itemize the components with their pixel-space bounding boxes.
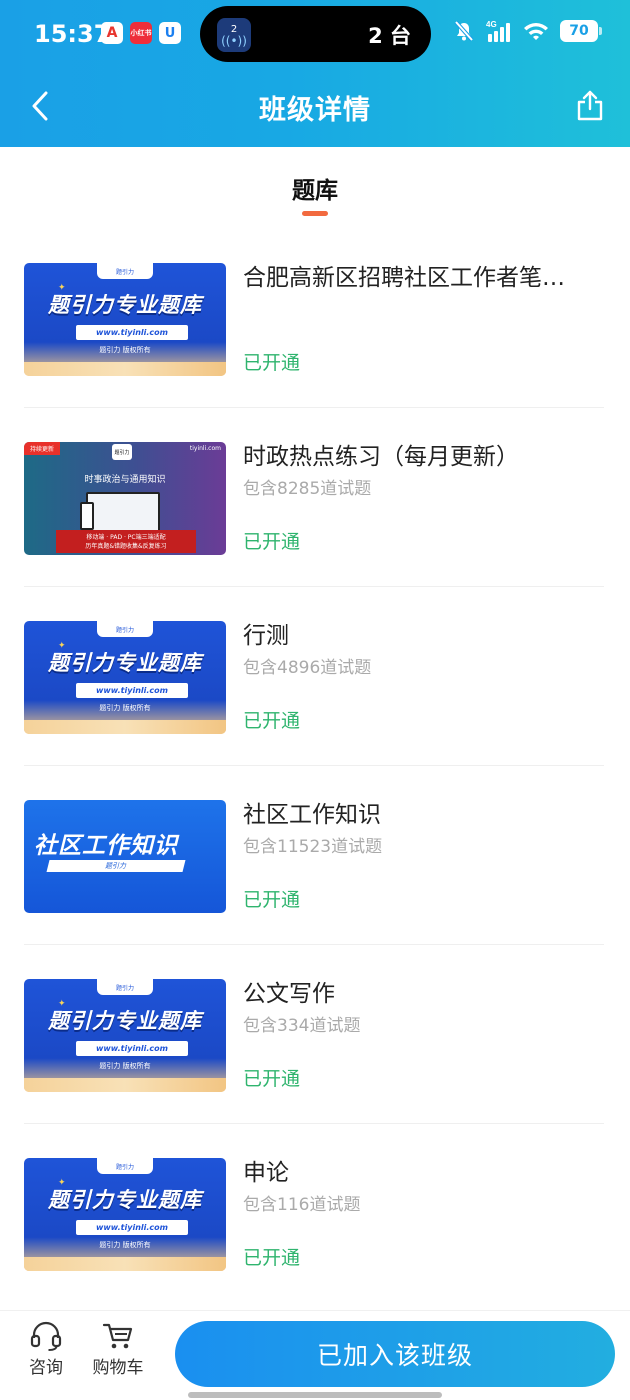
item-info: 社区工作知识 包含11523道试题 已开通 xyxy=(243,800,604,913)
list-item[interactable]: 持续更新 题引力 tiyinli.com 时事政治与通用知识 移动端 · PAD… xyxy=(24,408,604,587)
cover-title: 题引力专业题库 xyxy=(48,293,202,317)
item-title: 申论 xyxy=(243,1160,289,1186)
item-count: 包含4896道试题 xyxy=(243,658,372,678)
cover-url: www.tiyinli.com xyxy=(76,325,188,340)
item-count: 包含334道试题 xyxy=(243,1016,361,1036)
monitor-illustration xyxy=(86,492,160,532)
dynamic-island[interactable]: 2 ((•)) 2 台 xyxy=(200,6,431,62)
cover-image: 社区工作知识 题引力 xyxy=(24,800,226,913)
app-u-icon: U xyxy=(159,22,181,44)
cart-label: 购物车 xyxy=(92,1358,144,1378)
cart-button[interactable]: 购物车 xyxy=(88,1321,148,1387)
list-item[interactable]: 题引力 ✦ 题引力专业题库 www.tiyinli.com 题引力 版权所有 行… xyxy=(24,587,604,766)
cover-logo: 题引力 xyxy=(97,263,153,279)
home-indicator[interactable] xyxy=(188,1392,442,1398)
page-title: 班级详情 xyxy=(259,95,371,126)
cover-site: tiyinli.com xyxy=(189,445,221,452)
item-info: 行测 包含4896道试题 已开通 xyxy=(243,621,604,734)
header: 15:37 A 小红书 U 2 ((•)) 2 台 4G 70 班级详情 xyxy=(0,0,630,147)
list-item[interactable]: 题引力 ✦ 题引力专业题库 www.tiyinli.com 题引力 版权所有 合… xyxy=(24,229,604,408)
phone-illustration xyxy=(80,502,94,530)
item-count: 包含116道试题 xyxy=(243,1195,361,1215)
wifi-icon xyxy=(524,23,548,40)
cover-title: 题引力专业题库 xyxy=(48,1188,202,1212)
status-indicators: 4G 70 xyxy=(453,20,602,42)
cover-banner-line-2: 历年真题&错题收集&反复练习 xyxy=(85,542,167,550)
shopping-cart-icon xyxy=(102,1323,133,1349)
item-count: 包含11523道试题 xyxy=(243,837,383,857)
battery-indicator: 70 xyxy=(560,20,602,42)
list-item[interactable]: 社区工作知识 题引力 社区工作知识 包含11523道试题 已开通 xyxy=(24,766,604,945)
list-item[interactable]: 题引力 ✦ 题引力专业题库 www.tiyinli.com 题引力 版权所有 公… xyxy=(24,945,604,1124)
item-status: 已开通 xyxy=(243,710,301,732)
share-button[interactable] xyxy=(572,86,608,124)
cover-subtitle: 题引力 xyxy=(46,860,186,872)
question-bank-list: 题引力 ✦ 题引力专业题库 www.tiyinli.com 题引力 版权所有 合… xyxy=(0,229,630,1303)
island-text: 2 台 xyxy=(368,24,411,48)
item-count: 包含8285道试题 xyxy=(243,479,372,499)
list-item[interactable]: 题引力 ✦ 题引力专业题库 www.tiyinli.com 题引力 版权所有 申… xyxy=(24,1124,604,1303)
cellular-signal-icon: 4G xyxy=(486,20,510,42)
headset-icon xyxy=(30,1321,62,1351)
cover-image: 题引力 ✦ 题引力专业题库 www.tiyinli.com 题引力 版权所有 xyxy=(24,621,226,734)
cover-tag: 持续更新 xyxy=(24,442,61,455)
cover-logo: 题引力 xyxy=(112,444,132,460)
network-type: 4G xyxy=(486,20,497,29)
cover-rights: 题引力 版权所有 xyxy=(99,346,151,354)
cover-rights: 题引力 版权所有 xyxy=(99,704,151,712)
item-info: 公文写作 包含334道试题 已开通 xyxy=(243,979,604,1092)
item-title: 公文写作 xyxy=(243,981,335,1007)
item-info: 时政热点练习（每月更新） 包含8285道试题 已开通 xyxy=(243,442,604,555)
joined-class-button[interactable]: 已加入该班级 xyxy=(175,1321,615,1387)
bottom-action-bar: 咨询 购物车 已加入该班级 xyxy=(0,1310,630,1400)
cast-icon: 2 ((•)) xyxy=(217,18,251,52)
item-info: 申论 包含116道试题 已开通 xyxy=(243,1158,604,1271)
notification-app-icons: A 小红书 U xyxy=(101,22,181,44)
cover-heading: 时事政治与通用知识 xyxy=(84,475,166,485)
tab-question-bank[interactable]: 题库 xyxy=(0,171,630,205)
cover-logo: 题引力 xyxy=(97,979,153,995)
consult-label: 咨询 xyxy=(29,1358,63,1378)
cover-rights: 题引力 版权所有 xyxy=(99,1241,151,1249)
item-status: 已开通 xyxy=(243,1247,301,1269)
item-info: 合肥高新区招聘社区工作者笔… 已开通 xyxy=(243,263,604,376)
app-a-icon: A xyxy=(101,22,123,44)
item-status: 已开通 xyxy=(243,889,301,911)
item-title: 合肥高新区招聘社区工作者笔… xyxy=(243,265,565,291)
cover-url: www.tiyinli.com xyxy=(76,1220,188,1235)
consult-button[interactable]: 咨询 xyxy=(16,1321,76,1387)
cover-image: 持续更新 题引力 tiyinli.com 时事政治与通用知识 移动端 · PAD… xyxy=(24,442,226,555)
item-status: 已开通 xyxy=(243,531,301,553)
cover-title: 题引力专业题库 xyxy=(48,651,202,675)
item-title: 时政热点练习（每月更新） xyxy=(243,444,519,470)
cover-image: 题引力 ✦ 题引力专业题库 www.tiyinli.com 题引力 版权所有 xyxy=(24,979,226,1092)
mute-bell-icon xyxy=(454,20,474,42)
cover-banner: 移动端 · PAD · PC端三端适配 历年真题&错题收集&反复练习 xyxy=(56,530,196,553)
tab-active-indicator xyxy=(302,211,328,216)
cover-title: 题引力专业题库 xyxy=(48,1009,202,1033)
nav-bar: 班级详情 xyxy=(0,68,630,147)
cover-title: 社区工作知识 xyxy=(34,833,178,859)
xiaohongshu-icon: 小红书 xyxy=(130,22,152,44)
cover-banner-line-1: 移动端 · PAD · PC端三端适配 xyxy=(86,533,166,541)
cover-image: 题引力 ✦ 题引力专业题库 www.tiyinli.com 题引力 版权所有 xyxy=(24,263,226,376)
item-title: 社区工作知识 xyxy=(243,802,381,828)
cover-url: www.tiyinli.com xyxy=(76,683,188,698)
cast-count: 2 xyxy=(230,23,238,35)
item-status: 已开通 xyxy=(243,352,301,374)
cover-url: www.tiyinli.com xyxy=(76,1041,188,1056)
status-time: 15:37 xyxy=(34,20,111,48)
share-icon xyxy=(577,90,603,121)
cover-logo: 题引力 xyxy=(97,1158,153,1174)
tab-bar: 题库 xyxy=(0,147,630,229)
cover-image: 题引力 ✦ 题引力专业题库 www.tiyinli.com 题引力 版权所有 xyxy=(24,1158,226,1271)
item-status: 已开通 xyxy=(243,1068,301,1090)
item-title: 行测 xyxy=(243,623,289,649)
cover-rights: 题引力 版权所有 xyxy=(99,1062,151,1070)
cover-logo: 题引力 xyxy=(97,621,153,637)
status-bar: 15:37 A 小红书 U 2 ((•)) 2 台 4G 70 xyxy=(0,0,630,68)
